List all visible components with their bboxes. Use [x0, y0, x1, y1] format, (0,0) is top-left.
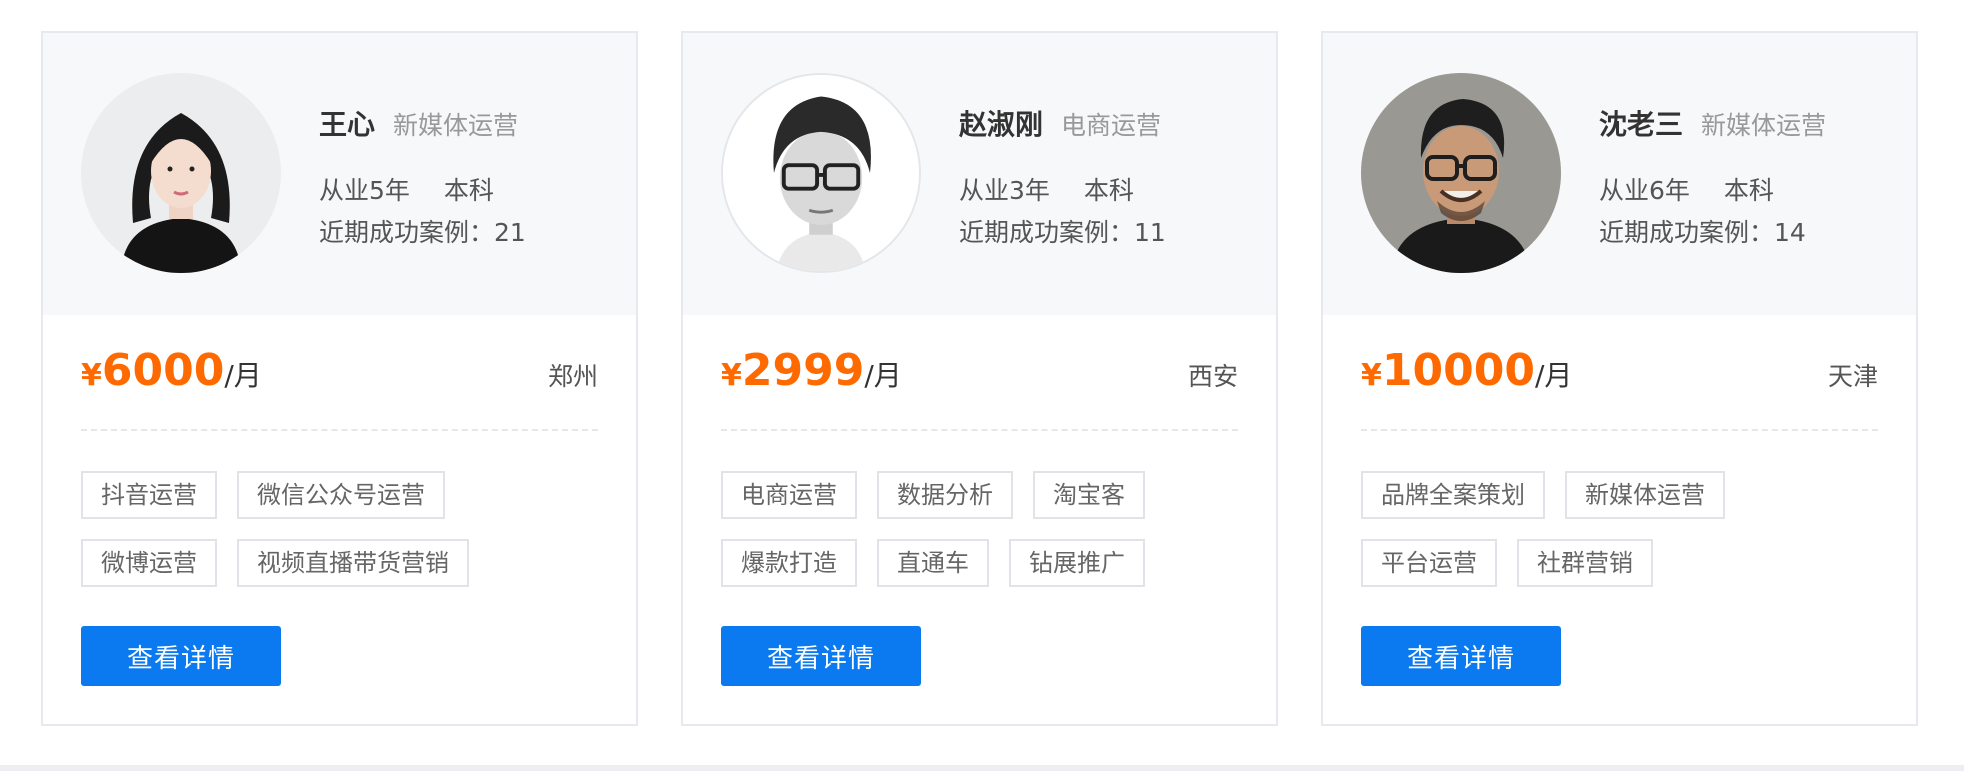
expert-name: 沈老三 [1599, 108, 1684, 141]
expert-name: 王心 [319, 108, 376, 141]
currency-symbol: ¥ [81, 358, 102, 393]
skill-tag: 爆款打造 [721, 539, 857, 587]
skill-tag: 直通车 [877, 539, 989, 587]
education: 本科 [1723, 176, 1774, 205]
skill-tags: 抖音运营 微信公众号运营 微博运营 视频直播带货营销 [81, 471, 601, 607]
city: 天津 [1827, 362, 1878, 391]
skill-tags: 品牌全案策划 新媒体运营 平台运营 社群营销 [1361, 471, 1881, 607]
expert-card: 赵淑刚 电商运营 从业3年 本科 近期成功案例：11 ¥2999/月 西安 电商运营… [681, 31, 1278, 726]
skill-tag: 新媒体运营 [1565, 471, 1725, 519]
price-unit: /月 [1534, 359, 1573, 392]
divider [81, 429, 598, 431]
price-unit: /月 [224, 359, 262, 392]
skill-tag: 品牌全案策划 [1361, 471, 1545, 519]
skill-tag: 淘宝客 [1033, 471, 1145, 519]
price: ¥2999/月 [721, 345, 902, 396]
city: 西安 [1187, 362, 1238, 391]
skill-tag: 微信公众号运营 [237, 471, 445, 519]
experience-row: 从业5年 本科 [319, 171, 494, 207]
view-details-button[interactable]: 查看详情 [1361, 626, 1561, 686]
view-details-button[interactable]: 查看详情 [721, 626, 921, 686]
avatar [1361, 73, 1561, 273]
expert-card: 王心 新媒体运营 从业5年 本科 近期成功案例：21 ¥6000/月 郑州 抖音运营… [41, 31, 638, 726]
price: ¥10000/月 [1361, 345, 1572, 396]
name-row: 赵淑刚 电商运营 [959, 103, 1161, 143]
skill-tag: 钻展推广 [1009, 539, 1145, 587]
price-amount: 2999 [741, 345, 865, 396]
skill-tag: 社群营销 [1517, 539, 1653, 587]
expert-role: 电商运营 [1061, 111, 1162, 140]
view-details-button[interactable]: 查看详情 [81, 626, 281, 686]
currency-symbol: ¥ [1361, 358, 1382, 393]
skill-tag: 电商运营 [721, 471, 857, 519]
price-unit: /月 [864, 359, 902, 392]
divider [1361, 429, 1878, 431]
skill-tag: 视频直播带货营销 [237, 539, 469, 587]
bottom-band [0, 765, 1964, 771]
currency-symbol: ¥ [721, 358, 742, 393]
expert-card: 沈老三 新媒体运营 从业6年 本科 近期成功案例：14 ¥10000/月 天津 品牌… [1321, 31, 1918, 726]
skill-tag: 数据分析 [877, 471, 1013, 519]
education: 本科 [443, 176, 494, 205]
experience-years: 从业3年 [959, 176, 1050, 205]
name-row: 王心 新媒体运营 [319, 103, 518, 143]
avatar [81, 73, 281, 273]
experience-row: 从业3年 本科 [959, 171, 1134, 207]
expert-role: 新媒体运营 [1701, 111, 1827, 140]
experience-years: 从业5年 [319, 176, 410, 205]
name-row: 沈老三 新媒体运营 [1599, 103, 1826, 143]
success-cases: 近期成功案例：11 [959, 218, 1166, 247]
experience-years: 从业6年 [1599, 176, 1690, 205]
education: 本科 [1083, 176, 1134, 205]
success-cases: 近期成功案例：14 [1599, 218, 1806, 247]
expert-name: 赵淑刚 [959, 108, 1044, 141]
skill-tag: 微博运营 [81, 539, 217, 587]
avatar [721, 73, 921, 273]
skill-tag: 抖音运营 [81, 471, 217, 519]
skill-tag: 平台运营 [1361, 539, 1497, 587]
skill-tags: 电商运营 数据分析 淘宝客 爆款打造 直通车 钻展推广 [721, 471, 1241, 607]
experience-row: 从业6年 本科 [1599, 171, 1774, 207]
price: ¥6000/月 [81, 345, 262, 396]
success-cases: 近期成功案例：21 [319, 218, 526, 247]
divider [721, 429, 1238, 431]
price-amount: 10000 [1381, 345, 1535, 396]
price-amount: 6000 [101, 345, 225, 396]
expert-role: 新媒体运营 [393, 111, 519, 140]
city: 郑州 [547, 362, 598, 391]
